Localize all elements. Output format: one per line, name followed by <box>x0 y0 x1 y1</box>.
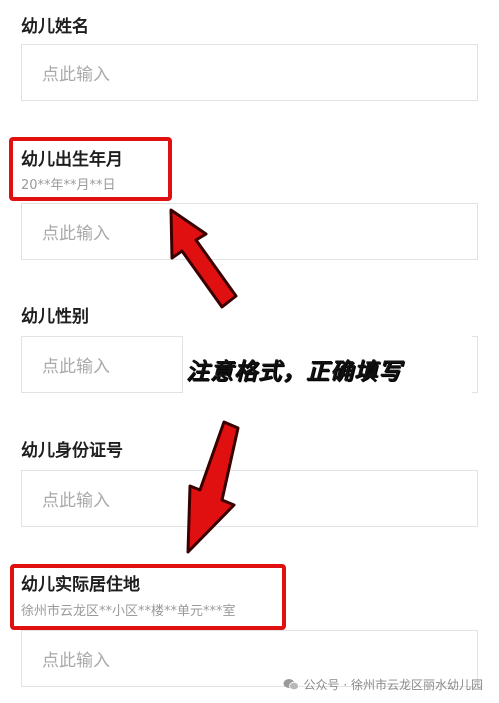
arrow-down-icon <box>186 420 240 554</box>
arrow-up-icon <box>169 208 238 309</box>
red-arrows <box>169 208 240 554</box>
wechat-icon <box>283 679 299 691</box>
footer-watermark: 公众号 · 徐州市云龙区丽水幼儿园 <box>283 676 483 693</box>
footer-text: 公众号 · 徐州市云龙区丽水幼儿园 <box>303 678 483 692</box>
